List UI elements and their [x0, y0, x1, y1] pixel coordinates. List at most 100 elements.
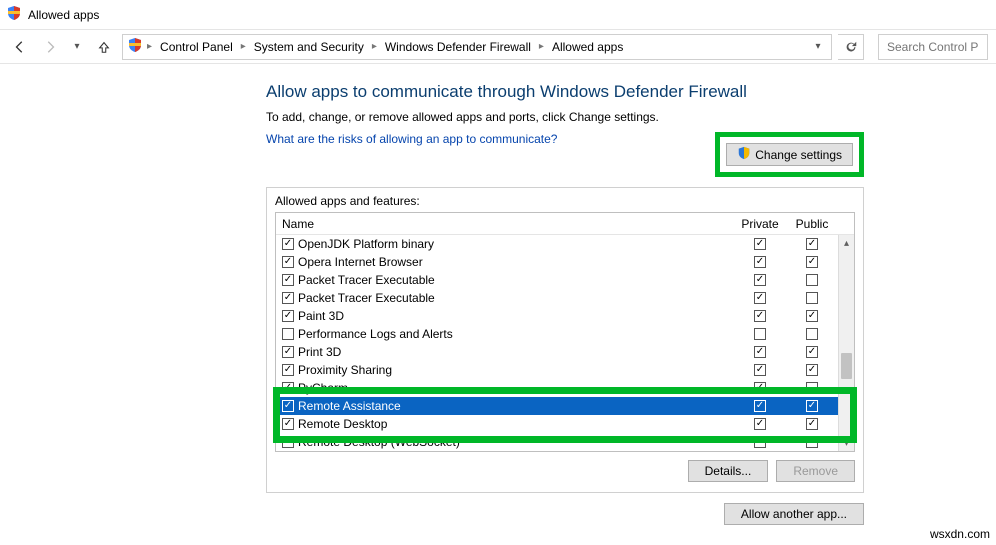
change-settings-button[interactable]: Change settings: [726, 143, 853, 166]
row-public-checkbox[interactable]: [806, 274, 818, 286]
row-private-checkbox[interactable]: ✓: [754, 238, 766, 250]
row-enabled-checkbox[interactable]: ✓: [282, 346, 294, 358]
row-public-cell: ✓: [786, 238, 838, 250]
row-name: Opera Internet Browser: [298, 255, 734, 269]
row-public-checkbox[interactable]: ✓: [806, 436, 818, 448]
row-public-checkbox[interactable]: [806, 292, 818, 304]
row-private-checkbox[interactable]: ✓: [754, 274, 766, 286]
row-enabled-checkbox[interactable]: ✓: [282, 238, 294, 250]
column-public[interactable]: Public: [786, 217, 838, 231]
up-button[interactable]: [92, 35, 116, 59]
chevron-right-icon: ▸: [241, 41, 246, 52]
risks-link[interactable]: What are the risks of allowing an app to…: [266, 132, 557, 146]
row-enabled-checkbox[interactable]: ✓: [282, 310, 294, 322]
row-public-checkbox[interactable]: ✓: [806, 238, 818, 250]
column-name[interactable]: Name: [276, 217, 734, 231]
row-private-checkbox[interactable]: ✓: [754, 382, 766, 394]
breadcrumb-dropdown[interactable]: ▾: [809, 35, 827, 59]
breadcrumb-item[interactable]: Allowed apps: [548, 38, 627, 56]
row-public-cell: ✓: [786, 346, 838, 358]
chevron-right-icon: ▸: [147, 41, 152, 52]
row-enabled-checkbox[interactable]: ✓: [282, 292, 294, 304]
row-public-checkbox[interactable]: ✓: [806, 418, 818, 430]
breadcrumb[interactable]: ▸ Control Panel ▸ System and Security ▸ …: [122, 34, 832, 60]
details-button[interactable]: Details...: [688, 460, 769, 482]
row-enabled-checkbox[interactable]: [282, 328, 294, 340]
main-content: Allow apps to communicate through Window…: [0, 64, 876, 525]
listview-scrollbar[interactable]: ▴ ▾: [838, 235, 854, 451]
row-public-checkbox[interactable]: [806, 382, 818, 394]
breadcrumb-item[interactable]: Windows Defender Firewall: [381, 38, 535, 56]
row-private-checkbox[interactable]: ✓: [754, 292, 766, 304]
row-private-checkbox[interactable]: ✓: [754, 436, 766, 448]
row-private-cell: ✓: [734, 238, 786, 250]
row-name: Proximity Sharing: [298, 363, 734, 377]
table-row[interactable]: ✓OpenJDK Platform binary✓✓: [276, 235, 854, 253]
scroll-up-arrow[interactable]: ▴: [839, 235, 854, 251]
allowed-apps-listview[interactable]: Name Private Public ✓OpenJDK Platform bi…: [275, 212, 855, 452]
row-enabled-checkbox[interactable]: ✓: [282, 382, 294, 394]
table-row[interactable]: ✓ Remote Assistance ✓ ✓: [276, 397, 854, 415]
row-private-checkbox[interactable]: ✓: [754, 256, 766, 268]
row-public-checkbox[interactable]: ✓: [806, 310, 818, 322]
row-enabled-checkbox[interactable]: ✓: [282, 400, 294, 412]
table-row[interactable]: ✓PyCharm✓: [276, 379, 854, 397]
shield-icon: [127, 37, 143, 56]
listview-header[interactable]: Name Private Public: [276, 213, 854, 235]
row-name: Remote Desktop (WebSocket): [298, 435, 734, 449]
table-row[interactable]: ✓Packet Tracer Executable✓: [276, 271, 854, 289]
back-button[interactable]: [8, 35, 32, 59]
row-private-checkbox[interactable]: [754, 328, 766, 340]
row-name: Paint 3D: [298, 309, 734, 323]
row-enabled-checkbox[interactable]: ✓: [282, 274, 294, 286]
row-public-checkbox[interactable]: [806, 328, 818, 340]
row-private-checkbox[interactable]: ✓: [754, 418, 766, 430]
listview-body: ✓OpenJDK Platform binary✓✓✓Opera Interne…: [276, 235, 854, 451]
column-private[interactable]: Private: [734, 217, 786, 231]
scroll-thumb[interactable]: [841, 353, 852, 379]
table-row[interactable]: ✓ Opera Internet Browser ✓ ✓: [276, 253, 854, 271]
row-public-checkbox[interactable]: ✓: [806, 400, 818, 412]
title-bar: Allowed apps: [0, 0, 996, 30]
table-row[interactable]: ✓ Remote Desktop (WebSocket) ✓ ✓: [276, 433, 854, 451]
table-row[interactable]: ✓Packet Tracer Executable✓: [276, 289, 854, 307]
table-row[interactable]: ✓ Print 3D ✓ ✓: [276, 343, 854, 361]
nav-bar: ▾ ▸ Control Panel ▸ System and Security …: [0, 30, 996, 64]
row-public-cell: [786, 274, 838, 286]
breadcrumb-item[interactable]: Control Panel: [156, 38, 237, 56]
row-public-checkbox[interactable]: ✓: [806, 256, 818, 268]
search-box[interactable]: [878, 34, 988, 60]
chevron-right-icon: ▸: [372, 41, 377, 52]
allow-another-app-button[interactable]: Allow another app...: [724, 503, 864, 525]
row-private-cell: [734, 328, 786, 340]
recent-locations-dropdown[interactable]: ▾: [68, 35, 86, 59]
row-private-checkbox[interactable]: ✓: [754, 364, 766, 376]
change-settings-highlight: Change settings: [715, 132, 864, 177]
scroll-down-arrow[interactable]: ▾: [839, 435, 854, 451]
remove-button[interactable]: Remove: [776, 460, 855, 482]
row-private-checkbox[interactable]: ✓: [754, 310, 766, 322]
row-private-cell: ✓: [734, 310, 786, 322]
row-enabled-checkbox[interactable]: ✓: [282, 436, 294, 448]
row-public-checkbox[interactable]: ✓: [806, 364, 818, 376]
row-private-checkbox[interactable]: ✓: [754, 400, 766, 412]
table-row[interactable]: ✓ Proximity Sharing ✓ ✓: [276, 361, 854, 379]
row-private-checkbox[interactable]: ✓: [754, 346, 766, 358]
breadcrumb-item[interactable]: System and Security: [250, 38, 368, 56]
row-enabled-checkbox[interactable]: ✓: [282, 418, 294, 430]
row-private-cell: ✓: [734, 256, 786, 268]
refresh-button[interactable]: [838, 34, 864, 60]
row-public-checkbox[interactable]: ✓: [806, 346, 818, 358]
table-row[interactable]: ✓Remote Desktop✓✓: [276, 415, 854, 433]
panel-label: Allowed apps and features:: [275, 194, 855, 208]
table-row[interactable]: Performance Logs and Alerts: [276, 325, 854, 343]
table-row[interactable]: ✓ Paint 3D ✓ ✓: [276, 307, 854, 325]
row-enabled-checkbox[interactable]: ✓: [282, 256, 294, 268]
source-tag: wsxdn.com: [930, 527, 990, 541]
search-input[interactable]: [885, 39, 981, 55]
row-enabled-checkbox[interactable]: ✓: [282, 364, 294, 376]
row-name: Remote Assistance: [298, 399, 734, 413]
forward-button[interactable]: [38, 35, 62, 59]
row-public-cell: ✓: [786, 436, 838, 448]
row-name: Print 3D: [298, 345, 734, 359]
